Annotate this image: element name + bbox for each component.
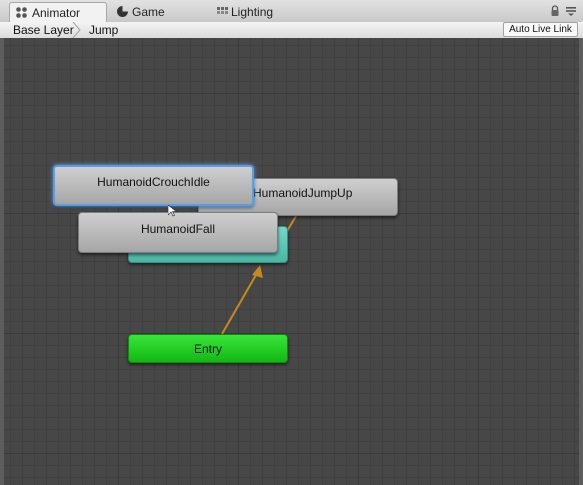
tab-game[interactable]: Game — [111, 2, 201, 22]
breadcrumb: Base Layer Jump Auto Live Link — [0, 22, 583, 39]
auto-live-link-button[interactable]: Auto Live Link — [503, 22, 578, 37]
state-node-humanoid-fall[interactable]: HumanoidFall — [78, 212, 278, 253]
tab-lighting-label: Lighting — [231, 5, 274, 19]
menu-icon[interactable] — [565, 5, 577, 17]
state-node-entry[interactable]: Entry — [128, 334, 288, 363]
tab-animator[interactable]: Animator — [9, 2, 107, 22]
lock-icon[interactable] — [549, 5, 561, 17]
mouse-cursor-icon — [168, 205, 177, 217]
state-label: HumanoidCrouchIdle — [97, 175, 210, 189]
tab-animator-label: Animator — [32, 6, 81, 20]
graph-right-edge — [579, 38, 583, 485]
breadcrumb-jump[interactable]: Jump — [89, 22, 118, 38]
breadcrumb-base-layer[interactable]: Base Layer — [13, 22, 74, 38]
tab-lighting[interactable]: Lighting — [212, 2, 312, 22]
state-label: HumanoidFall — [140, 222, 216, 236]
animator-icon — [16, 7, 27, 18]
game-icon — [117, 6, 128, 17]
state-label: HumanoidJumpUp — [253, 186, 353, 200]
window-tab-bar: Animator Game Lighting — [0, 0, 583, 23]
tab-game-label: Game — [132, 5, 165, 19]
breadcrumb-separator-icon — [72, 22, 81, 38]
state-node-humanoid-crouch-idle[interactable]: HumanoidCrouchIdle — [53, 165, 254, 206]
state-machine-graph[interactable] — [4, 38, 579, 485]
state-label: Entry — [193, 342, 222, 356]
lighting-icon — [217, 7, 228, 14]
